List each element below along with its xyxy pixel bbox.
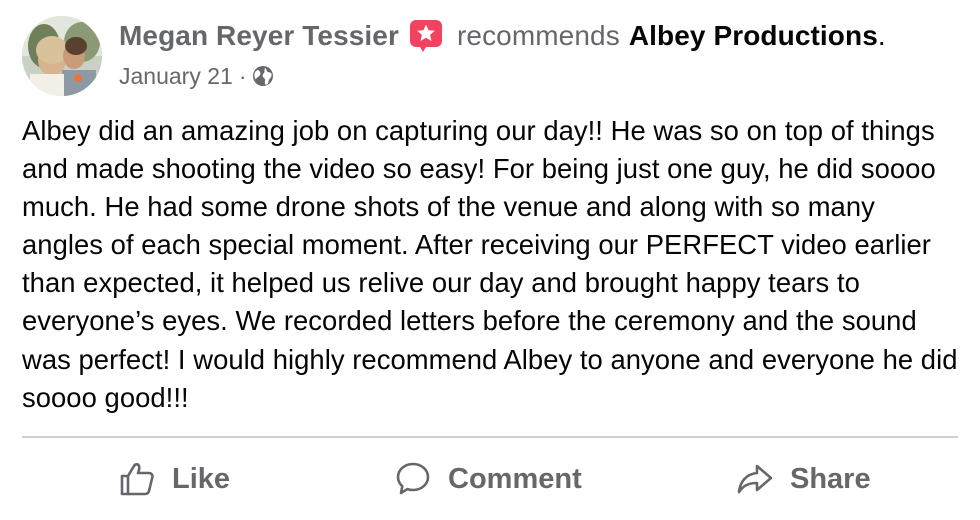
share-label: Share [790, 462, 871, 495]
post-body: Albey did an amazing job on capturing ou… [22, 115, 958, 413]
divider [22, 436, 958, 438]
like-button[interactable]: Like [118, 456, 230, 502]
post-meta: January 21 · [119, 60, 274, 92]
author-name[interactable]: Megan Reyer Tessier [119, 20, 399, 52]
header-period: . [877, 20, 886, 51]
share-arrow-icon [737, 464, 773, 494]
meta-separator: · [238, 62, 247, 89]
page-name-link[interactable]: Albey Productions [629, 20, 878, 52]
comment-button[interactable]: Comment [394, 456, 582, 502]
action-bar: Like Comment Share [0, 442, 980, 518]
comment-icon [396, 462, 430, 495]
comment-label: Comment [448, 462, 582, 495]
like-label: Like [172, 462, 231, 495]
recommend-star-icon [409, 19, 443, 53]
avatar[interactable] [22, 16, 102, 96]
profile-photo [22, 16, 102, 96]
recommends-text: recommends [456, 20, 620, 51]
recommendation-post: Megan Reyer Tessier recommends Albey Pro… [0, 0, 980, 520]
thumbs-up-icon [120, 463, 154, 496]
post-date[interactable]: January 21 [119, 63, 233, 90]
globe-icon[interactable] [252, 65, 274, 87]
post-header: Megan Reyer Tessier recommends Albey Pro… [119, 14, 886, 58]
share-button[interactable]: Share [736, 456, 871, 502]
